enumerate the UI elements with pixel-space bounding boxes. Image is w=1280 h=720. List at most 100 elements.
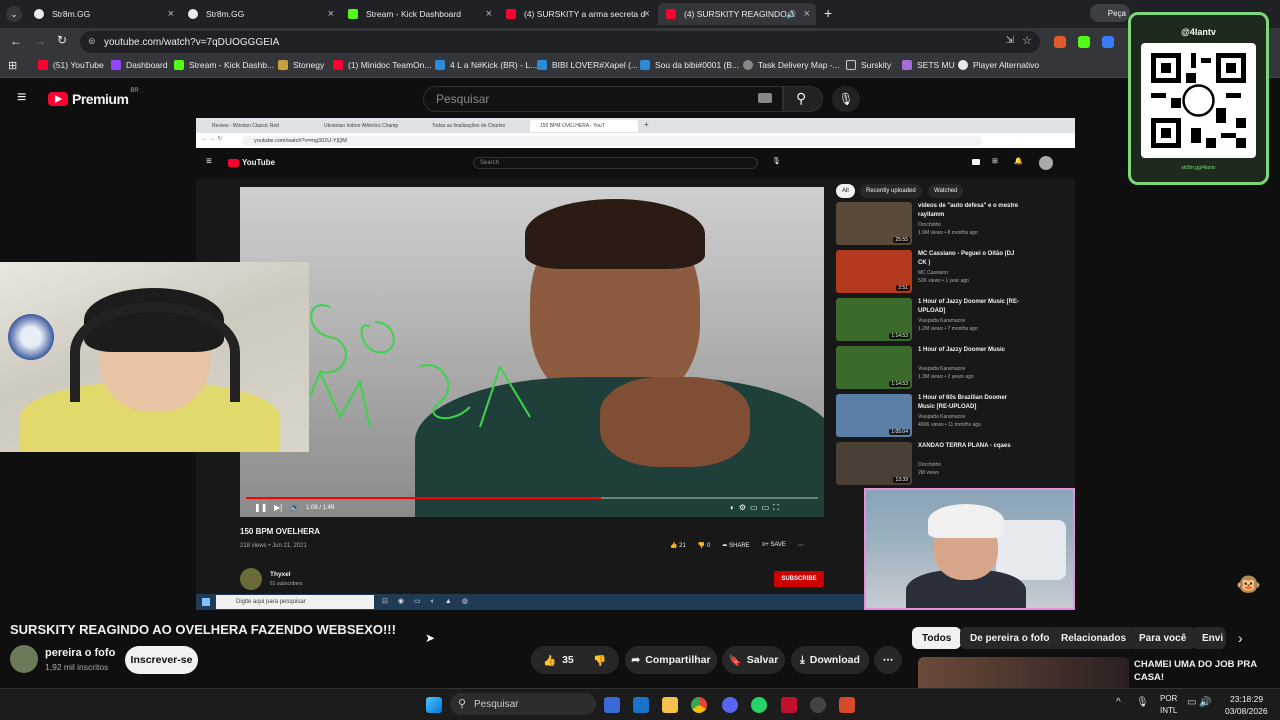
language-indicator-2[interactable]: INTL <box>1160 706 1177 715</box>
bookmark-item[interactable]: Sou da bibi#0001 (B... <box>640 60 739 70</box>
chrome-icon[interactable] <box>691 697 707 713</box>
bookmark-item[interactable]: Surskity <box>846 60 891 70</box>
tab-search-icon[interactable]: ⌄ <box>6 6 22 22</box>
close-icon[interactable]: × <box>328 8 334 20</box>
tray-chevron-icon[interactable]: ^ <box>1116 697 1121 708</box>
bookmark-item[interactable]: Player Alternativo <box>958 60 1039 70</box>
next-video-title[interactable]: CHAMEI UMA DO JOB PRA CASA! <box>1134 658 1264 684</box>
monkey-icon: 🐵 <box>1236 574 1261 596</box>
like-button[interactable]: 👍 35 👎 <box>531 646 619 674</box>
address-bar[interactable]: ⊜ youtube.com/watch?v=7qDUOGGGEIA ⇲ ☆ <box>80 31 1040 53</box>
bookmark-item[interactable]: 4 L a N#Kick (BR) - L... <box>435 60 537 70</box>
back-icon[interactable]: ← <box>10 34 22 48</box>
windows-start-icon[interactable] <box>426 697 442 713</box>
rec-thumbnail: 13:39 <box>836 442 912 485</box>
bookmark-item[interactable]: BIBI LOVER#Xapel (... <box>537 60 638 70</box>
bookmark-item[interactable]: SETS MU <box>902 60 955 70</box>
tab-label: (4) SURSKITY REAGINDO A <box>684 9 795 19</box>
search-input[interactable]: Pesquisar <box>423 86 783 112</box>
store-icon[interactable] <box>604 697 620 713</box>
site-info-icon[interactable]: ⊜ <box>88 36 96 47</box>
bookmark-item[interactable]: Stonegy <box>278 60 324 70</box>
chip-related[interactable]: Relacionados <box>1051 627 1137 649</box>
site-icon <box>902 60 912 70</box>
bookmark-item[interactable]: (51) YouTube <box>38 60 104 70</box>
mic-icon[interactable]: 🎙 <box>832 86 860 112</box>
inner-taskbar-apps: ⊡◉▭◐▲◍ <box>382 598 478 605</box>
extension-icon[interactable] <box>1078 36 1090 48</box>
bookmark-item[interactable]: Dashboard <box>111 60 168 70</box>
rec-thumbnail: 2:51 <box>836 250 912 293</box>
download-button[interactable]: ⤓ Download <box>791 646 869 674</box>
close-icon[interactable]: × <box>644 8 650 20</box>
browser-tab-4[interactable]: (4) SURSKITY a arma secreta d × <box>498 3 656 25</box>
share-button[interactable]: ➦ Compartilhar <box>625 646 717 674</box>
obs-icon[interactable] <box>810 697 826 713</box>
speaker-icon[interactable]: 🔊 <box>786 10 796 19</box>
str8m-favicon-icon <box>34 9 44 19</box>
youtube-header: ≡ Premium BR Pesquisar ⚲ 🎙 <box>0 80 1280 118</box>
close-icon[interactable]: × <box>486 8 492 20</box>
outlook-icon[interactable] <box>633 697 649 713</box>
inner-address-bar: ← → ↻ youtube.com/watch?v=mg302U-YjQM <box>196 133 1075 148</box>
bookmark-item[interactable]: (1) Minidoc TeamOn... <box>333 60 431 70</box>
rec-channel: Orochinho <box>918 462 942 468</box>
menu-icon[interactable]: ≡ <box>17 89 26 107</box>
inner-rec-item: 1:05:04 1 Hour of 60s Brazilian Doomer Mu… <box>836 394 1036 438</box>
qr-url: str8m.gg/4lantv <box>1181 165 1216 171</box>
bookmark-label: Surskity <box>861 60 892 70</box>
next-video-thumbnail[interactable] <box>918 657 1129 688</box>
browser-tab-5[interactable]: (4) SURSKITY REAGINDO A 🔊 × <box>658 3 816 25</box>
youtube-premium-logo[interactable]: Premium BR <box>48 88 139 107</box>
chip-channel[interactable]: De pereira o fofo <box>960 627 1060 649</box>
taskbar-search[interactable]: ⚲ Pesquisar <box>450 693 596 715</box>
channel-name[interactable]: pereira o fofo <box>45 647 115 659</box>
new-tab-button[interactable]: + <box>824 5 832 21</box>
app-icon[interactable] <box>781 697 797 713</box>
bookmark-star-icon[interactable]: ☆ <box>1022 34 1032 47</box>
logo-text: Premium <box>72 91 129 107</box>
install-icon[interactable]: ⇲ <box>1006 35 1014 46</box>
more-actions-button[interactable]: ⋯ <box>874 646 902 674</box>
save-button[interactable]: 🔖 Salvar <box>722 646 785 674</box>
chip-todos[interactable]: Todos <box>912 627 962 649</box>
browser-tab-1[interactable]: Str8m.GG × <box>26 3 180 25</box>
browser-tab-2[interactable]: Str8m.GG × <box>180 3 340 25</box>
bookmark-item[interactable]: Task Delivery Map -... <box>743 60 840 70</box>
browser-tab-strip: ⌄ Str8m.GG × Str8m.GG × Stream - Kick Da… <box>0 0 1280 28</box>
network-volume-icons[interactable]: ▭ 🔊 <box>1187 697 1212 708</box>
search-button[interactable]: ⚲ <box>783 86 823 112</box>
language-indicator-1[interactable]: POR <box>1160 694 1177 703</box>
channel-avatar[interactable] <box>10 645 38 673</box>
chevron-right-icon[interactable]: › <box>1238 630 1243 646</box>
search-icon: ⚲ <box>458 698 467 710</box>
chip-for-you[interactable]: Para você <box>1129 627 1197 649</box>
chip-more[interactable]: Envi <box>1192 627 1226 649</box>
rec-meta: 2M views <box>918 470 939 476</box>
clock-time[interactable]: 23:18:29 <box>1230 694 1263 704</box>
tray-mic-icon[interactable]: 🎙 <box>1136 697 1149 708</box>
keyboard-icon[interactable] <box>758 93 772 103</box>
bookmark-label: (1) Minidoc TeamOn... <box>348 60 432 70</box>
dislike-icon[interactable]: 👎 <box>593 654 606 667</box>
app-icon[interactable] <box>839 697 855 713</box>
video-title: SURSKITY REAGINDO AO OVELHERA FAZENDO WE… <box>10 622 396 637</box>
close-icon[interactable]: × <box>168 8 174 20</box>
file-explorer-icon[interactable] <box>662 697 678 713</box>
apps-grid-icon[interactable]: ⊞ <box>8 59 17 72</box>
bookmark-item[interactable]: Stream - Kick Dashb... <box>174 60 274 70</box>
extension-icon[interactable] <box>1054 36 1066 48</box>
clock-date[interactable]: 03/08/2026 <box>1225 706 1268 716</box>
subscribe-button[interactable]: Inscrever-se <box>125 646 198 674</box>
whatsapp-icon[interactable] <box>751 697 767 713</box>
close-icon[interactable]: × <box>804 8 810 20</box>
profile-chip[interactable]: Peça <box>1090 4 1130 22</box>
forward-icon[interactable]: → <box>34 34 46 48</box>
reload-icon[interactable]: ↻ <box>57 33 67 47</box>
inner-more-icon: ⋯ <box>797 543 804 549</box>
extension-icon[interactable] <box>1102 36 1114 48</box>
subscribe-label: Inscrever-se <box>130 654 193 666</box>
discord-icon[interactable] <box>722 697 738 713</box>
browser-tab-3[interactable]: Stream - Kick Dashboard × <box>340 3 498 25</box>
rec-title: 1 Hour of Jazzy Doomer Music [RE-UPLOAD] <box>918 299 1020 314</box>
